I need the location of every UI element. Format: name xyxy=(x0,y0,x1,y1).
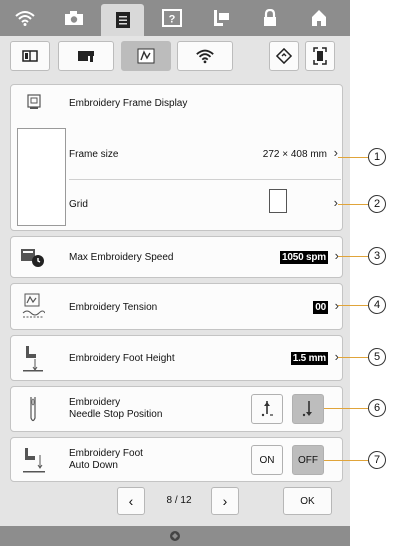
foot-height-label: Embroidery Foot Height xyxy=(69,353,175,364)
callout-7: 7 xyxy=(368,451,386,469)
callout-line xyxy=(338,256,368,257)
auto-down-label-line2: Auto Down xyxy=(69,460,118,471)
current-page: 8 xyxy=(166,495,173,506)
frame-size-value: 272 × 408 mm xyxy=(262,149,327,160)
callout-line xyxy=(338,357,368,358)
tab-needle-foot[interactable] xyxy=(199,0,242,36)
help-icon: ? xyxy=(161,9,182,27)
frame-display-section: Embroidery Frame Display Frame size 272 … xyxy=(10,84,343,231)
callout-line xyxy=(338,157,368,158)
needle-down-icon xyxy=(302,401,312,417)
grid-row[interactable]: Grid › xyxy=(69,181,341,229)
tab-home[interactable] xyxy=(297,0,340,36)
auto-down-on-button[interactable]: ON xyxy=(251,445,283,475)
callout-6: 6 xyxy=(368,399,386,417)
foot-height-value: 1.5 mm xyxy=(290,352,328,365)
reset-settings-button[interactable] xyxy=(269,41,299,71)
callout-1: 1 xyxy=(368,148,386,166)
chevron-left-icon: ‹ xyxy=(128,493,134,509)
home-icon xyxy=(311,10,326,26)
tension-section[interactable]: Embroidery Tension 00 › xyxy=(10,283,343,330)
subtab-sewing[interactable] xyxy=(58,41,114,71)
chevron-right-icon: › xyxy=(222,493,228,509)
reset-icon xyxy=(276,48,292,64)
tab-camera[interactable] xyxy=(52,0,95,36)
sewing-machine-icon xyxy=(78,51,94,62)
frame-display-title: Embroidery Frame Display xyxy=(69,98,188,109)
foot-height-icon xyxy=(21,344,45,374)
subtab-general[interactable] xyxy=(10,41,50,71)
tension-icon xyxy=(21,292,45,322)
auto-down-section: Embroidery Foot Auto Down ON OFF xyxy=(10,437,343,482)
bottom-status-bar xyxy=(0,526,350,546)
callout-2: 2 xyxy=(368,195,386,213)
max-speed-section[interactable]: Max Embroidery Speed 1050 spm › xyxy=(10,236,343,278)
auto-down-off-button[interactable]: OFF xyxy=(292,445,324,475)
wifi-icon xyxy=(14,11,35,26)
camera-icon xyxy=(64,11,83,25)
frame-size-label: Frame size xyxy=(69,149,119,160)
needle-icon xyxy=(25,395,41,425)
tension-value: 00 xyxy=(313,301,328,314)
callout-line xyxy=(324,460,368,461)
foot-height-section[interactable]: Embroidery Foot Height 1.5 mm › xyxy=(10,335,343,381)
screen-capture-icon xyxy=(313,47,327,65)
wifi-icon xyxy=(196,49,214,64)
grid-label: Grid xyxy=(69,199,88,210)
previous-page-button[interactable]: ‹ xyxy=(117,487,145,515)
speed-icon xyxy=(20,245,46,269)
lock-icon xyxy=(263,9,276,26)
pager: ‹ 8 / 12 › OK xyxy=(0,483,350,521)
max-speed-label: Max Embroidery Speed xyxy=(69,252,174,263)
callout-line xyxy=(338,305,368,306)
frame-preview xyxy=(17,128,66,226)
page-separator: / xyxy=(174,495,178,506)
callout-line xyxy=(338,204,368,205)
callout-3: 3 xyxy=(368,247,386,265)
subtab-wlan[interactable] xyxy=(177,41,233,71)
svg-text:?: ? xyxy=(168,14,175,26)
needle-up-icon xyxy=(261,401,273,417)
auto-down-icon xyxy=(21,446,47,476)
frame-display-icon xyxy=(25,93,43,111)
callout-4: 4 xyxy=(368,296,386,314)
page-indicator: 8 / 12 xyxy=(150,495,208,506)
callout-line xyxy=(324,408,368,409)
tension-label: Embroidery Tension xyxy=(69,302,158,313)
subtab-embroidery[interactable] xyxy=(121,41,171,71)
chevron-right-icon: › xyxy=(333,195,338,210)
tab-help[interactable]: ? xyxy=(150,0,193,36)
sub-tab-row xyxy=(0,36,350,80)
needle-stop-section: Embroidery Needle Stop Position xyxy=(10,386,343,432)
max-speed-value: 1050 spm xyxy=(280,251,328,264)
auto-down-label-line1: Embroidery Foot xyxy=(69,448,143,459)
needle-stop-up-button[interactable] xyxy=(251,394,283,424)
embroidery-icon xyxy=(137,48,155,64)
screen-capture-button[interactable] xyxy=(305,41,335,71)
tab-lock[interactable] xyxy=(248,0,291,36)
needle-stop-label-line1: Embroidery xyxy=(69,397,121,408)
settings-screen: ? Embroidery Frame Display Frame size 27… xyxy=(0,0,350,546)
grid-preview xyxy=(269,189,287,213)
callout-5: 5 xyxy=(368,348,386,366)
next-page-button[interactable]: › xyxy=(211,487,239,515)
ok-button[interactable]: OK xyxy=(283,487,332,515)
document-icon xyxy=(115,12,130,28)
tab-settings-document[interactable] xyxy=(101,4,144,36)
needle-foot-icon xyxy=(213,10,229,26)
needle-stop-label-line2: Needle Stop Position xyxy=(69,409,163,420)
divider xyxy=(69,179,341,180)
total-pages: 12 xyxy=(180,495,192,506)
top-tab-bar: ? xyxy=(0,0,350,36)
needle-stop-down-button[interactable] xyxy=(292,394,324,424)
status-icon xyxy=(170,531,180,541)
book-icon xyxy=(22,50,38,62)
tab-wifi[interactable] xyxy=(3,0,46,36)
frame-size-row[interactable]: Frame size 272 × 408 mm › xyxy=(69,128,341,178)
